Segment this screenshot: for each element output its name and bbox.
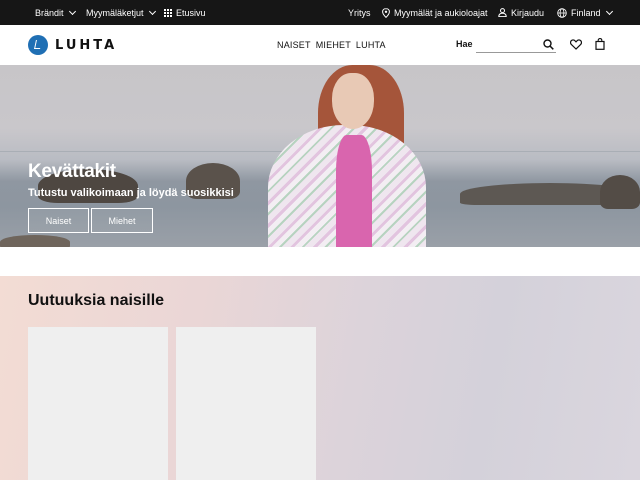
search-label: Hae xyxy=(456,39,473,49)
logo-text: LUHTA xyxy=(55,37,118,53)
globe-icon xyxy=(557,7,567,18)
user-icon xyxy=(498,8,507,17)
country-label: Finland xyxy=(571,7,601,18)
top-utility-bar: Brändit Myymäläketjut Etusivu Yritys Myy… xyxy=(0,0,640,25)
login-link[interactable]: Kirjaudu xyxy=(498,0,544,25)
product-card[interactable] xyxy=(176,327,316,480)
hero-button-naiset[interactable]: Naiset xyxy=(28,208,89,233)
grid-icon xyxy=(164,8,172,17)
brands-dropdown[interactable]: Brändit xyxy=(35,0,76,25)
chevron-down-icon xyxy=(605,7,613,15)
store-locations-link[interactable]: Myymälät ja aukioloajat xyxy=(382,0,488,25)
model-inner-jacket xyxy=(336,135,372,247)
new-arrivals-section: Uutuuksia naisille xyxy=(0,276,640,480)
stores-dropdown[interactable]: Myymäläketjut xyxy=(86,0,156,25)
shopping-bag-icon[interactable] xyxy=(595,38,605,50)
brands-label: Brändit xyxy=(35,7,64,18)
hero-title: Kevättakit xyxy=(28,161,116,182)
home-label: Etusivu xyxy=(176,7,206,18)
hero-banner: Kevättakit Tutustu valikoimaan ja löydä … xyxy=(0,65,640,247)
nav-item-luhta[interactable]: LUHTA xyxy=(356,40,386,50)
section-title: Uutuuksia naisille xyxy=(28,292,165,309)
locations-label: Myymälät ja aukioloajat xyxy=(394,7,488,18)
company-label: Yritys xyxy=(348,7,371,18)
hero-button-miehet[interactable]: Miehet xyxy=(91,208,153,233)
rock-shape xyxy=(0,235,70,247)
nav-item-naiset[interactable]: NAISET xyxy=(277,40,311,50)
rock-shape xyxy=(600,175,640,209)
home-link[interactable]: Etusivu xyxy=(164,0,206,25)
stores-label: Myymäläketjut xyxy=(86,7,144,18)
search-icon[interactable] xyxy=(543,39,554,50)
country-selector[interactable]: Finland xyxy=(557,0,613,25)
company-link[interactable]: Yritys xyxy=(348,0,371,25)
main-header: LUHTA NAISET MIEHET LUHTA Hae xyxy=(0,25,640,65)
product-card[interactable] xyxy=(28,327,168,480)
main-navigation: NAISET MIEHET LUHTA xyxy=(277,25,386,65)
logo-mark-icon xyxy=(28,35,48,55)
luhta-logo[interactable]: LUHTA xyxy=(28,33,117,57)
heart-icon[interactable] xyxy=(570,39,582,50)
hero-subtitle: Tutustu valikoimaan ja löydä suosikkisi xyxy=(28,187,234,199)
login-label: Kirjaudu xyxy=(511,7,545,18)
nav-item-miehet[interactable]: MIEHET xyxy=(316,40,351,50)
model-face xyxy=(332,73,374,129)
chevron-down-icon xyxy=(148,7,156,15)
chevron-down-icon xyxy=(68,7,76,15)
location-pin-icon xyxy=(382,7,390,18)
